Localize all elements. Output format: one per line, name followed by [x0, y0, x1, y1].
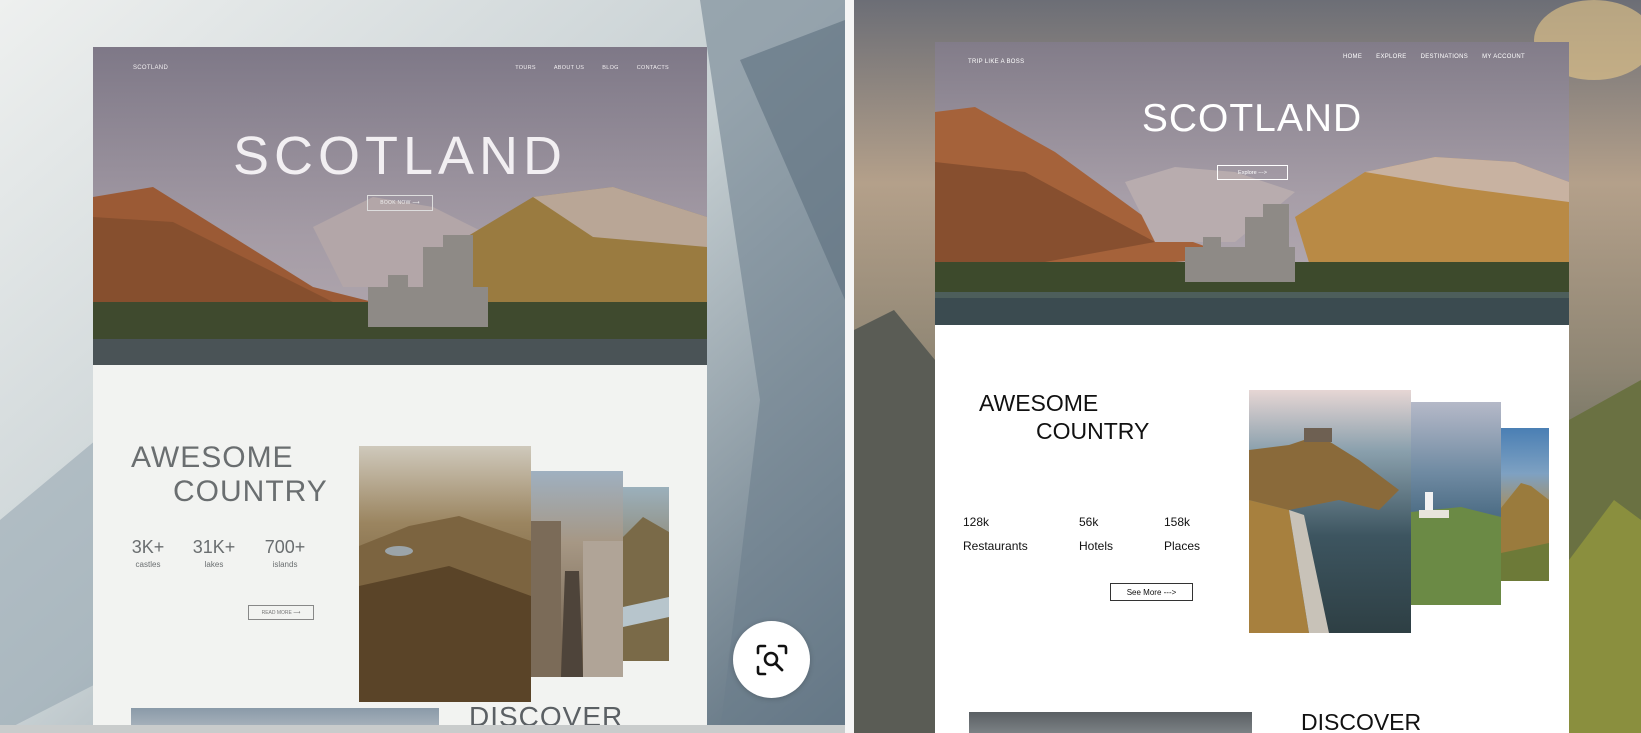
lighthouse-photo-art: [1411, 492, 1501, 605]
site-heading-line1: AWESOME: [979, 390, 1099, 416]
photo-skye-coast: [1501, 428, 1549, 581]
mockup-heading-line2: COUNTRY: [173, 475, 328, 508]
skye-photo-art: [1501, 483, 1549, 581]
site-stat-label: Places: [1164, 539, 1201, 553]
see-more-button[interactable]: See More --->: [1110, 583, 1193, 601]
mockup-body: AWESOME COUNTRY 3K+ castles 31K+ lakes 7…: [93, 365, 707, 733]
mockup-stat-value: 31K+: [192, 537, 236, 557]
nav-destinations[interactable]: DESTINATIONS: [1421, 54, 1469, 60]
mockup-book-button: BOOK NOW ⟶: [367, 195, 433, 211]
glen-photo-art: [623, 517, 669, 661]
mockup-photo-village: [531, 471, 623, 677]
mockup-nav: TOURS ABOUT US BLOG CONTACTS: [515, 65, 669, 71]
dunnottar-photo-art: [1249, 428, 1399, 633]
mockup-hero-title: SCOTLAND: [232, 126, 568, 186]
mockup-stat-label: castles: [135, 560, 161, 569]
mockup-photo-glen: [623, 487, 669, 661]
site-stat-value: 56k: [1079, 515, 1099, 529]
explore-button[interactable]: Explore --->: [1217, 165, 1288, 180]
image-search-icon: [756, 644, 787, 675]
village-photo-art: [531, 521, 623, 677]
discover-banner: [969, 712, 1252, 733]
site-brand[interactable]: TRIP LIKE A BOSS: [968, 59, 1024, 65]
website-page: TRIP LIKE A BOSS HOME EXPLORE DESTINATIO…: [935, 42, 1569, 733]
mockup-nav-contacts: CONTACTS: [636, 65, 669, 71]
site-stat-places: 158k Places: [1164, 510, 1200, 558]
mockup-stat-value: 3K+: [131, 537, 165, 557]
mockup-stat-value: 700+: [264, 537, 306, 557]
mockup-read-more-button: READ MORE ⟶: [248, 605, 314, 620]
rendered-site-panel: TRIP LIKE A BOSS HOME EXPLORE DESTINATIO…: [854, 0, 1641, 733]
mockup-stat-islands: 700+ islands: [263, 537, 307, 569]
quiraing-photo-art: [359, 516, 531, 702]
site-hero-landscape: [935, 42, 1569, 325]
site-nav: HOME EXPLORE DESTINATIONS MY ACCOUNT: [1343, 54, 1525, 60]
discover-heading: DISCOVER: [1301, 709, 1422, 733]
site-stat-value: 158k: [1164, 515, 1191, 529]
mockup-photo-quiraing: [359, 446, 531, 702]
mockup-stat-castles: 3K+ castles: [131, 537, 165, 569]
site-stat-value: 128k: [963, 515, 990, 529]
mockup-stat-label: islands: [272, 560, 298, 569]
nav-my-account[interactable]: MY ACCOUNT: [1482, 54, 1525, 60]
site-stat-hotels: 56k Hotels: [1079, 510, 1113, 558]
nav-home[interactable]: HOME: [1343, 54, 1362, 60]
panel-divider: [845, 0, 854, 733]
site-stat-label: Hotels: [1079, 539, 1114, 553]
image-search-button[interactable]: [733, 621, 810, 698]
mockup-brand: SCOTLAND: [133, 65, 169, 71]
mockup-hero: SCOTLAND TOURS ABOUT US BLOG CONTACTS SC…: [93, 47, 707, 365]
mockup-nav-blog: BLOG: [602, 65, 619, 71]
site-hero-title: SCOTLAND: [1141, 97, 1363, 140]
mockup-nav-tours: TOURS: [515, 65, 536, 71]
app-viewport: SCOTLAND TOURS ABOUT US BLOG CONTACTS SC…: [0, 0, 1641, 733]
nav-explore[interactable]: EXPLORE: [1376, 54, 1406, 60]
photo-lighthouse: [1411, 402, 1501, 605]
mockup-heading-line1: AWESOME: [131, 441, 294, 474]
mockup-nav-about: ABOUT US: [553, 65, 585, 71]
site-hero: TRIP LIKE A BOSS HOME EXPLORE DESTINATIO…: [935, 42, 1569, 325]
mockup-stat-label: lakes: [204, 560, 224, 569]
site-stat-restaurants: 128k Restaurants: [963, 510, 1028, 558]
preview-bottom-bar: [0, 725, 845, 733]
site-heading-line2: COUNTRY: [1036, 418, 1150, 444]
mockup-preview-panel: SCOTLAND TOURS ABOUT US BLOG CONTACTS SC…: [0, 0, 845, 733]
photo-dunnottar-castle: [1249, 390, 1411, 633]
site-stat-label: Restaurants: [963, 539, 1028, 553]
mockup-stat-lakes: 31K+ lakes: [191, 537, 237, 569]
design-mockup: SCOTLAND TOURS ABOUT US BLOG CONTACTS SC…: [93, 47, 707, 733]
